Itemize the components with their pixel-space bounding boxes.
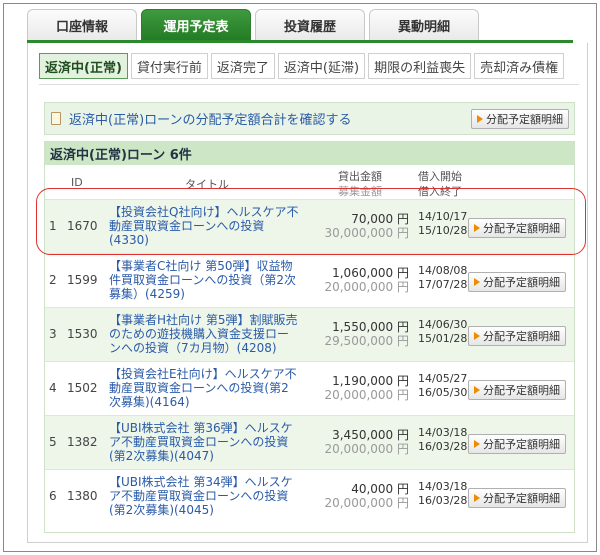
subtab-repaying-delayed[interactable]: 返済中(延滞) — [277, 53, 366, 79]
table-row: 1 1670 【投資会社Q社向け】ヘルスケア不動産買取資金ローンへの投資(433… — [45, 199, 574, 253]
loan-id: 1670 — [67, 219, 98, 233]
table-row: 2 1599 【事業者C社向け 第50弾】収益物件買取資金ローンへの投資（第2次… — [45, 253, 574, 307]
loan-title-link[interactable]: 【事業者H社向け 第5弾】割賦販売のための遊技機購入資金支援ローンへの投資（7カ… — [109, 313, 299, 355]
table-row: 5 1382 【UBI株式会社 第36弾】ヘルスケア不動産買取資金ローンへの投資… — [45, 415, 574, 469]
button-label: 分配予定額明細 — [483, 330, 560, 343]
arrow-right-icon — [474, 224, 480, 232]
content-panel: 返済中(正常) 貸付実行前 返済完了 返済中(延滞) 期限の利益喪失 売却済み債… — [27, 43, 588, 543]
distribution-detail-button[interactable]: 分配予定額明細 — [468, 218, 566, 238]
offering-amount: 20,000,000 円 — [324, 496, 409, 510]
loan-list-section: 返済中(正常)ローン 6件 ID タイトル 貸出金額 募集金額 借入開始 借入終… — [44, 141, 575, 533]
arrow-right-icon — [477, 115, 483, 123]
distribution-detail-button[interactable]: 分配予定額明細 — [471, 109, 569, 129]
offering-amount: 30,000,000 円 — [324, 226, 409, 240]
distribution-detail-button[interactable]: 分配予定額明細 — [468, 488, 566, 508]
end-date: 15/01/28 — [418, 332, 468, 345]
col-id: ID — [71, 176, 83, 189]
end-date: 16/03/28 — [418, 494, 468, 507]
end-date: 15/10/28 — [418, 224, 468, 237]
sub-tabs: 返済中(正常) 貸付実行前 返済完了 返済中(延滞) 期限の利益喪失 売却済み債… — [39, 53, 565, 79]
arrow-right-icon — [474, 440, 480, 448]
start-date: 14/03/18 — [418, 480, 468, 493]
loan-id: 1382 — [67, 435, 98, 449]
distribution-detail-button[interactable]: 分配予定額明細 — [468, 380, 566, 400]
end-date: 16/05/30 — [418, 386, 468, 399]
row-number: 6 — [49, 489, 57, 503]
arrow-right-icon — [474, 278, 480, 286]
tab-schedule[interactable]: 運用予定表 — [141, 9, 251, 41]
loan-title-link[interactable]: 【UBI株式会社 第36弾】ヘルスケア不動産買取資金ローンへの投資(第2次募集)… — [109, 421, 299, 463]
loan-title-link[interactable]: 【UBI株式会社 第34弾】ヘルスケア不動産買取資金ローンへの投資(第2次募集)… — [109, 475, 299, 517]
col-date1: 借入開始 — [418, 170, 462, 183]
end-date: 16/03/28 — [418, 440, 468, 453]
confirm-bar: 返済中(正常)ローンの分配予定額合計を確認する 分配予定額明細 — [44, 102, 575, 135]
arrow-right-icon — [474, 494, 480, 502]
subtab-divider — [39, 84, 579, 85]
col-amount2: 募集金額 — [338, 185, 382, 198]
button-label: 分配予定額明細 — [483, 276, 560, 289]
subtab-before-lending[interactable]: 貸付実行前 — [130, 53, 208, 79]
row-number: 2 — [49, 273, 57, 287]
section-title: 返済中(正常)ローン 6件 — [45, 142, 574, 165]
end-date: 17/07/28 — [418, 278, 468, 291]
subtab-repaying-normal[interactable]: 返済中(正常) — [39, 53, 128, 79]
table-row: 6 1380 【UBI株式会社 第34弾】ヘルスケア不動産買取資金ローンへの投資… — [45, 469, 574, 523]
start-date: 14/06/30 — [418, 318, 468, 331]
button-label: 分配予定額明細 — [483, 438, 560, 451]
col-title: タイトル — [185, 178, 229, 191]
main-tabs: 口座情報 運用予定表 投資履歴 異動明細 — [27, 9, 479, 41]
subtab-repaid[interactable]: 返済完了 — [210, 53, 275, 79]
row-number: 5 — [49, 435, 57, 449]
offering-amount: 29,500,000 円 — [324, 334, 409, 348]
tab-transactions[interactable]: 異動明細 — [369, 9, 479, 41]
loan-id: 1380 — [67, 489, 98, 503]
offering-amount: 20,000,000 円 — [324, 280, 409, 294]
button-label: 分配予定額明細 — [483, 222, 560, 235]
table-row: 3 1530 【事業者H社向け 第5弾】割賦販売のための遊技機購入資金支援ローン… — [45, 307, 574, 361]
button-label: 分配予定額明細 — [483, 492, 560, 505]
col-amount1: 貸出金額 — [338, 170, 382, 183]
loan-title-link[interactable]: 【事業者C社向け 第50弾】収益物件買取資金ローンへの投資（第2次募集）(425… — [109, 259, 299, 301]
document-icon — [51, 112, 61, 125]
start-date: 14/10/17 — [418, 210, 468, 223]
subtab-sold[interactable]: 売却済み債権 — [474, 53, 565, 79]
distribution-detail-button[interactable]: 分配予定額明細 — [468, 326, 566, 346]
subtab-loss-of-benefit[interactable]: 期限の利益喪失 — [368, 53, 472, 79]
confirm-link[interactable]: 返済中(正常)ローンの分配予定額合計を確認する — [69, 109, 352, 128]
row-number: 4 — [49, 381, 57, 395]
arrow-right-icon — [474, 332, 480, 340]
start-date: 14/08/08 — [418, 264, 468, 277]
loan-id: 1599 — [67, 273, 98, 287]
loan-title-link[interactable]: 【投資会社E社向け】ヘルスケア不動産買取資金ローンへの投資(第2次募集)(416… — [109, 367, 299, 409]
column-headers: ID タイトル 貸出金額 募集金額 借入開始 借入終了 — [45, 165, 574, 199]
loan-id: 1530 — [67, 327, 98, 341]
table-row: 4 1502 【投資会社E社向け】ヘルスケア不動産買取資金ローンへの投資(第2次… — [45, 361, 574, 415]
tab-history[interactable]: 投資履歴 — [255, 9, 365, 41]
row-number: 1 — [49, 219, 57, 233]
tab-account-info[interactable]: 口座情報 — [27, 9, 137, 41]
loan-id: 1502 — [67, 381, 98, 395]
row-number: 3 — [49, 327, 57, 341]
button-label: 分配予定額明細 — [483, 384, 560, 397]
offering-amount: 20,000,000 円 — [324, 442, 409, 456]
distribution-detail-button[interactable]: 分配予定額明細 — [468, 272, 566, 292]
loan-title-link[interactable]: 【投資会社Q社向け】ヘルスケア不動産買取資金ローンへの投資(4330) — [109, 205, 299, 247]
start-date: 14/03/18 — [418, 426, 468, 439]
distribution-detail-button[interactable]: 分配予定額明細 — [468, 434, 566, 454]
start-date: 14/05/27 — [418, 372, 468, 385]
arrow-right-icon — [474, 386, 480, 394]
button-label: 分配予定額明細 — [486, 113, 563, 126]
loan-rows: 1 1670 【投資会社Q社向け】ヘルスケア不動産買取資金ローンへの投資(433… — [45, 199, 574, 523]
col-date2: 借入終了 — [418, 185, 462, 198]
offering-amount: 20,000,000 円 — [324, 388, 409, 402]
